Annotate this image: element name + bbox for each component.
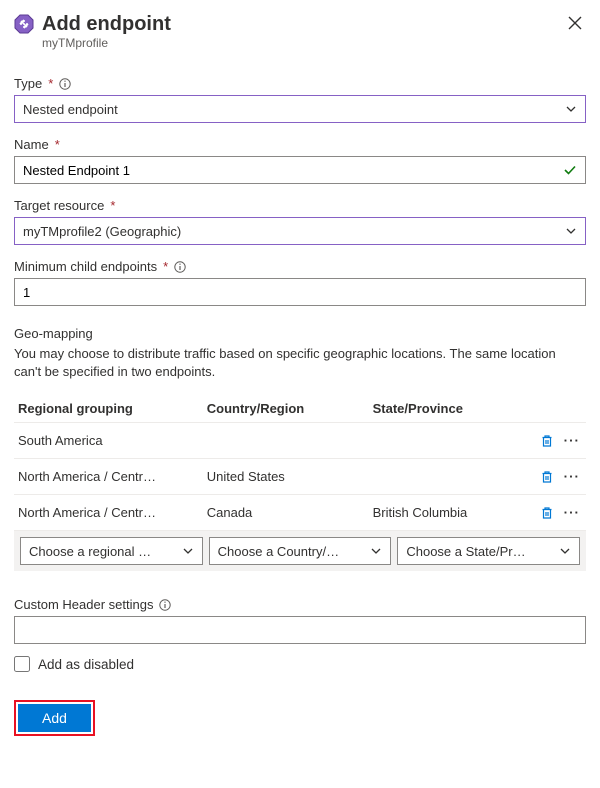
info-icon[interactable]	[59, 78, 71, 90]
cell-region: South America	[14, 423, 203, 459]
geo-mapping-desc: You may choose to distribute traffic bas…	[14, 345, 586, 381]
custom-headers-input[interactable]	[23, 617, 577, 643]
name-field: Name *	[14, 137, 586, 184]
table-row: South America ···	[14, 423, 586, 459]
endpoint-icon	[14, 14, 34, 34]
cell-region: North America / Centr…	[14, 495, 203, 531]
more-icon: ···	[564, 433, 580, 448]
name-input-wrapper	[14, 156, 586, 184]
cell-country	[203, 423, 369, 459]
col-state: State/Province	[369, 395, 523, 423]
custom-headers-input-wrapper	[14, 616, 586, 644]
panel-header: Add endpoint myTMprofile	[14, 12, 586, 50]
info-icon[interactable]	[174, 261, 186, 273]
cell-state	[369, 459, 523, 495]
more-button[interactable]: ···	[562, 467, 582, 486]
custom-headers-field: Custom Header settings	[14, 597, 586, 644]
target-select[interactable]: myTMprofile2 (Geographic)	[14, 217, 586, 245]
panel-subtitle: myTMprofile	[42, 36, 556, 50]
min-child-field: Minimum child endpoints *	[14, 259, 586, 306]
name-input[interactable]	[23, 157, 563, 183]
more-button[interactable]: ···	[562, 503, 582, 522]
info-icon[interactable]	[159, 599, 171, 611]
cell-state: British Columbia	[369, 495, 523, 531]
target-value: myTMprofile2 (Geographic)	[23, 224, 565, 239]
more-icon: ···	[564, 469, 580, 484]
state-chooser-label: Choose a State/Pr…	[406, 544, 555, 559]
chevron-down-icon	[182, 545, 194, 557]
region-chooser-label: Choose a regional …	[29, 544, 178, 559]
geo-mapping-heading: Geo-mapping	[14, 326, 93, 341]
table-row: North America / Centr…CanadaBritish Colu…	[14, 495, 586, 531]
target-label: Target resource	[14, 198, 104, 213]
cell-country: Canada	[203, 495, 369, 531]
required-mark: *	[110, 198, 115, 213]
panel-title: Add endpoint	[42, 12, 556, 36]
col-region: Regional grouping	[14, 395, 203, 423]
cell-country: United States	[203, 459, 369, 495]
close-button[interactable]	[564, 12, 586, 34]
trash-icon	[540, 470, 554, 484]
trash-icon	[540, 434, 554, 448]
name-label: Name	[14, 137, 49, 152]
trash-icon	[540, 506, 554, 520]
add-button-highlight: Add	[14, 700, 95, 736]
table-row: North America / Centr…United States ···	[14, 459, 586, 495]
type-value: Nested endpoint	[23, 102, 565, 117]
geo-chooser-row: Choose a regional … Choose a Country/… C…	[14, 531, 586, 571]
chevron-down-icon	[559, 545, 571, 557]
region-chooser[interactable]: Choose a regional …	[20, 537, 203, 565]
cell-state	[369, 423, 523, 459]
check-icon	[563, 163, 577, 177]
min-child-label: Minimum child endpoints	[14, 259, 157, 274]
country-chooser-label: Choose a Country/…	[218, 544, 367, 559]
custom-headers-label: Custom Header settings	[14, 597, 153, 612]
add-as-disabled-label: Add as disabled	[38, 657, 134, 672]
col-country: Country/Region	[203, 395, 369, 423]
target-resource-field: Target resource * myTMprofile2 (Geograph…	[14, 198, 586, 245]
chevron-down-icon	[565, 103, 577, 115]
footer: Add	[14, 700, 586, 736]
delete-button[interactable]	[538, 504, 556, 522]
required-mark: *	[48, 76, 53, 91]
delete-button[interactable]	[538, 468, 556, 486]
type-field: Type * Nested endpoint	[14, 76, 586, 123]
chevron-down-icon	[370, 545, 382, 557]
add-as-disabled-row: Add as disabled	[14, 656, 586, 672]
add-as-disabled-checkbox[interactable]	[14, 656, 30, 672]
min-child-input[interactable]	[14, 278, 586, 306]
state-chooser[interactable]: Choose a State/Pr…	[397, 537, 580, 565]
delete-button[interactable]	[538, 432, 556, 450]
geo-mapping-section: Geo-mapping You may choose to distribute…	[14, 326, 586, 571]
required-mark: *	[55, 137, 60, 152]
type-label: Type	[14, 76, 42, 91]
add-button[interactable]: Add	[18, 704, 91, 732]
type-select[interactable]: Nested endpoint	[14, 95, 586, 123]
more-icon: ···	[564, 505, 580, 520]
cell-region: North America / Centr…	[14, 459, 203, 495]
country-chooser[interactable]: Choose a Country/…	[209, 537, 392, 565]
geo-mapping-table: Regional grouping Country/Region State/P…	[14, 395, 586, 531]
form-section: Type * Nested endpoint Name *	[14, 76, 586, 672]
chevron-down-icon	[565, 225, 577, 237]
add-endpoint-panel: Add endpoint myTMprofile Type * Nested e…	[0, 0, 600, 752]
required-mark: *	[163, 259, 168, 274]
more-button[interactable]: ···	[562, 431, 582, 450]
